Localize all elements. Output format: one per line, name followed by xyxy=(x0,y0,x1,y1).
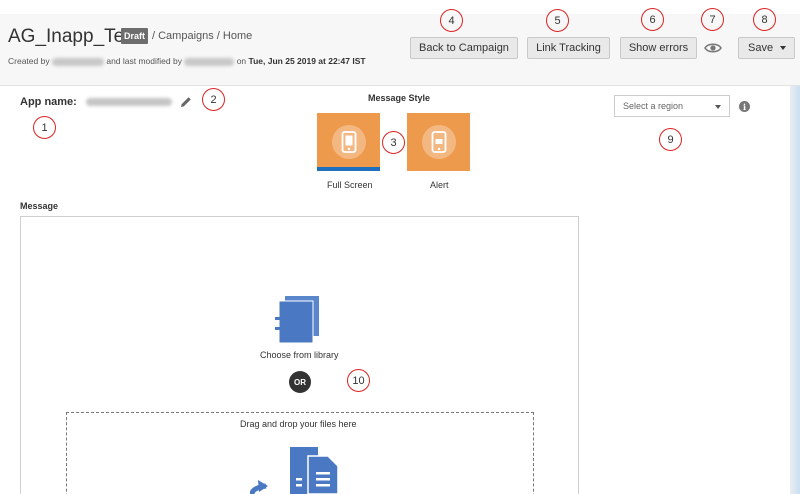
style-tile-full-screen[interactable] xyxy=(317,113,380,171)
marker-8: 8 xyxy=(753,8,776,31)
meta-line: Created by and last modified by on Tue, … xyxy=(8,56,366,66)
marker-2: 2 xyxy=(202,88,225,111)
show-errors-button[interactable]: Show errors xyxy=(620,37,697,59)
caret-down-icon[interactable] xyxy=(780,46,786,50)
message-style-title: Message Style xyxy=(368,93,431,103)
meta-created: Created by xyxy=(8,56,50,66)
phone-icon xyxy=(341,131,356,153)
back-to-campaign-button[interactable]: Back to Campaign xyxy=(410,37,518,59)
or-separator: OR xyxy=(289,371,311,393)
campaign-header: AG_Inapp_Test Draft / Campaigns / Home C… xyxy=(0,14,800,86)
eye-icon[interactable] xyxy=(704,40,722,56)
style-label-alert: Alert xyxy=(430,180,449,190)
files-icon xyxy=(250,447,339,494)
info-icon[interactable]: i xyxy=(739,101,750,112)
save-button[interactable]: Save xyxy=(738,37,795,59)
top-strip xyxy=(0,0,800,14)
meta-date: Tue, Jun 25 2019 at 22:47 IST xyxy=(248,56,366,66)
marker-7: 7 xyxy=(701,8,724,31)
selected-indicator xyxy=(317,167,380,171)
region-placeholder: Select a region xyxy=(623,101,684,111)
meta-on: on xyxy=(236,56,247,66)
pencil-icon[interactable] xyxy=(180,96,192,108)
alert-icon-circle xyxy=(421,125,456,159)
marker-3: 3 xyxy=(382,131,405,154)
style-label-full-screen: Full Screen xyxy=(327,180,373,190)
caret-down-icon xyxy=(715,105,721,109)
region-select[interactable]: Select a region xyxy=(614,95,730,117)
choose-from-library-link[interactable]: Choose from library xyxy=(260,350,339,360)
redacted-creator xyxy=(51,57,104,66)
style-tile-alert[interactable] xyxy=(407,113,470,171)
library-icon[interactable] xyxy=(273,295,323,345)
right-scroll-edge xyxy=(790,86,800,494)
marker-6: 6 xyxy=(641,8,664,31)
redacted-modifier xyxy=(184,57,235,66)
marker-4: 4 xyxy=(440,9,463,32)
meta-modified: and last modified by xyxy=(106,56,182,66)
marker-10: 10 xyxy=(347,369,370,392)
status-badge: Draft xyxy=(121,28,149,44)
app-name-value xyxy=(86,98,172,106)
phone-icon-circle xyxy=(331,125,366,159)
marker-9: 9 xyxy=(659,128,682,151)
marker-1: 1 xyxy=(33,116,56,139)
drop-zone-label: Drag and drop your files here xyxy=(240,419,357,429)
app-name-label: App name: xyxy=(20,96,77,108)
alert-icon xyxy=(431,131,446,153)
link-tracking-button[interactable]: Link Tracking xyxy=(527,37,610,59)
breadcrumb[interactable]: / Campaigns / Home xyxy=(152,30,252,42)
marker-5: 5 xyxy=(546,9,569,32)
page-title: AG_Inapp_Test xyxy=(8,26,139,47)
save-label: Save xyxy=(748,42,774,54)
message-label: Message xyxy=(20,201,59,211)
